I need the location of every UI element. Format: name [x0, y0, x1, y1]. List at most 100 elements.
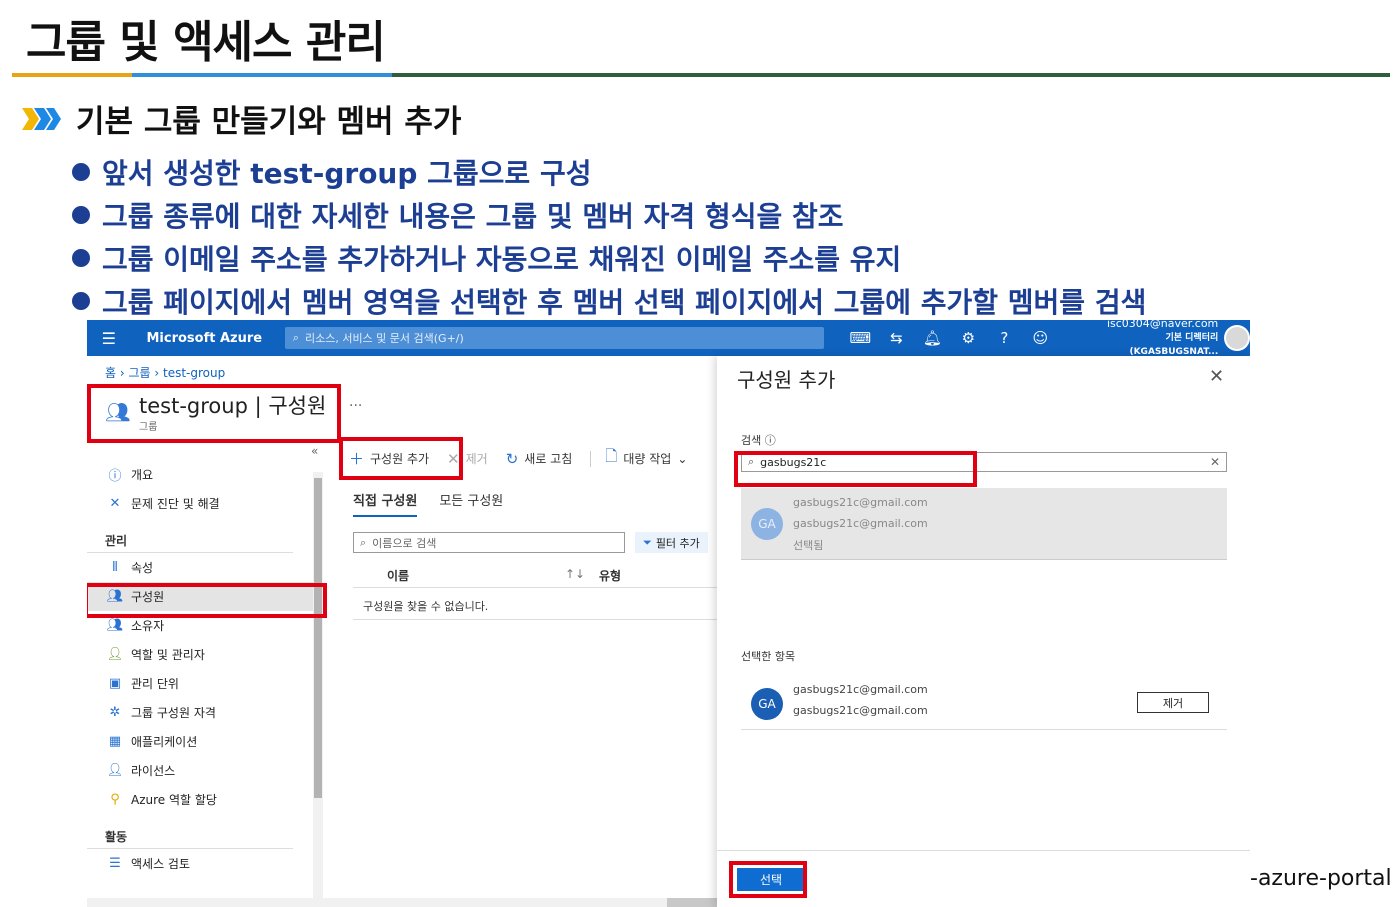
nav-item-applications[interactable]: ▦ 애플리케이션: [87, 727, 319, 756]
more-options-icon[interactable]: ...: [349, 394, 362, 410]
apps-icon: ▦: [108, 734, 122, 749]
scrollbar-thumb[interactable]: [314, 478, 322, 798]
add-filter-button[interactable]: ⏷ 필터 추가: [635, 532, 708, 553]
gear-icon[interactable]: ⚙: [950, 329, 986, 347]
search-icon: ⌕: [292, 331, 299, 344]
toolbar-divider: [590, 450, 592, 467]
refresh-icon: ↻: [505, 449, 519, 468]
wrench-icon: ✕: [109, 496, 121, 511]
terminal-icon[interactable]: ⌨: [842, 329, 878, 347]
nav-item-access-review[interactable]: ☰ 액세스 검토: [87, 849, 319, 878]
breadcrumb-test-group[interactable]: test-group: [163, 366, 225, 380]
nav-item-roles[interactable]: 👤︎ 역할 및 관리자: [87, 640, 319, 669]
refresh-button[interactable]: ↻ 새로 고침: [506, 450, 573, 468]
sub-heading-text: 기본 그룹 만들기와 멤버 추가: [76, 104, 462, 140]
nav-item-azure-role[interactable]: ⚲ Azure 역할 할당: [87, 785, 319, 814]
account-info[interactable]: isc0304@naver.com 기본 디렉터리(KGASBUGSNAT...: [1078, 320, 1218, 359]
breadcrumb-groups[interactable]: 그룹: [128, 366, 150, 380]
breadcrumb-home[interactable]: 홈: [105, 366, 116, 380]
member-picker-search-input[interactable]: ⌕ gasbugs21c ✕: [741, 452, 1227, 472]
bullet-item: 그룹 페이지에서 멤버 영역을 선택한 후 멤버 선택 페이지에서 그룹에 추가…: [72, 279, 1146, 322]
collapse-nav-icon[interactable]: «: [311, 444, 318, 458]
horizontal-scrollbar[interactable]: [87, 898, 727, 907]
properties-icon: ⫴: [112, 560, 118, 575]
sub-heading: 기본 그룹 만들기와 멤버 추가: [22, 96, 461, 141]
topbar-icons: ⌨ ⇆ 🔔︎ ⚙ ? ☺: [842, 329, 1058, 347]
remove-selected-button[interactable]: 제거: [1137, 692, 1209, 713]
tab-direct-members[interactable]: 직접 구성원: [353, 490, 418, 517]
nav-item-admin-units[interactable]: ▣ 관리 단위: [87, 669, 319, 698]
nav-item-licenses[interactable]: 👤︎ 라이선스: [87, 756, 319, 785]
avatar[interactable]: [1224, 325, 1250, 351]
help-icon[interactable]: ?: [986, 329, 1022, 347]
global-search-input[interactable]: ⌕ 리소스, 서비스 및 문서 검색(G+/): [284, 327, 825, 349]
nav-item-owners[interactable]: 👥︎ 소유자: [87, 611, 319, 640]
chevron-arrows-icon: [22, 107, 61, 130]
account-directory: 기본 디렉터리(KGASBUGSNAT...: [1129, 333, 1219, 357]
resource-nav: ⓘ 개요 ✕ 문제 진단 및 해결 관리 ⫴ 속성 👥︎ 구성원 👥︎ 소유자 👤︎ 역할 …: [87, 460, 319, 878]
bullet-item: 앞서 생성한 test-group 그룹으로 구성: [72, 150, 1146, 193]
menu-icon[interactable]: ☰: [87, 329, 130, 348]
sort-icon[interactable]: ↑↓: [565, 567, 585, 581]
group-icon: 👥︎: [105, 400, 131, 424]
page-title: test-group | 구성원: [139, 394, 327, 418]
key-icon: ⚲: [110, 792, 120, 807]
scrollbar-thumb[interactable]: [667, 898, 717, 907]
nav-section-manage: 관리: [87, 518, 293, 553]
search-result-item[interactable]: GA gasbugs21c@gmail.com gasbugs21c@gmail…: [741, 488, 1227, 560]
plus-icon: ＋: [349, 450, 365, 468]
avatar: GA: [751, 508, 783, 540]
panel-footer-divider: [717, 850, 1250, 851]
add-member-button[interactable]: ＋ 구성원 추가: [349, 448, 429, 469]
member-search-input[interactable]: ⌕ 이름으로 검색: [353, 532, 625, 553]
nav-item-diagnose[interactable]: ✕ 문제 진단 및 해결: [87, 489, 319, 518]
select-button[interactable]: 선택: [737, 868, 805, 891]
close-icon[interactable]: ✕: [1209, 366, 1224, 387]
panel-title: 구성원 추가: [737, 368, 836, 392]
access-review-icon: ☰: [109, 856, 121, 871]
portal-topbar: ☰ Microsoft Azure ⌕ 리소스, 서비스 및 문서 검색(G+/…: [87, 320, 1250, 359]
info-icon: ⓘ: [764, 434, 776, 447]
account-email: isc0304@naver.com: [1106, 320, 1219, 330]
column-name[interactable]: 이름: [387, 567, 409, 584]
nav-item-properties[interactable]: ⫴ 속성: [87, 553, 319, 582]
remove-button[interactable]: ✕ 제거: [447, 450, 488, 468]
license-icon: 👤︎: [106, 763, 124, 778]
info-icon: ⓘ: [108, 469, 122, 484]
portal-brand[interactable]: Microsoft Azure: [146, 331, 284, 346]
selected-items-label: 선택한 항목: [741, 650, 796, 663]
selected-item: GA gasbugs21c@gmail.com gasbugs21c@gmail…: [741, 674, 1227, 730]
document-icon: 🗋︎: [605, 447, 618, 465]
nav-item-overview[interactable]: ⓘ 개요: [87, 460, 319, 489]
add-member-panel: 구성원 추가 ✕ 검색 ⓘ ⌕ gasbugs21c ✕ GA gasbugs2…: [717, 356, 1250, 907]
nav-scrollbar[interactable]: [313, 472, 323, 907]
directory-icon[interactable]: ⇆: [878, 329, 914, 347]
feedback-icon[interactable]: ☺: [1022, 329, 1058, 347]
search-label: 검색 ⓘ: [741, 434, 776, 447]
slide-title: 그룹 및 액세스 관리: [26, 17, 386, 68]
roles-icon: 👤︎: [106, 647, 124, 662]
filter-icon: ⏷: [643, 535, 652, 549]
clear-icon[interactable]: ✕: [1210, 455, 1220, 469]
column-type[interactable]: 유형: [599, 567, 621, 584]
azure-portal-screenshot: ☰ Microsoft Azure ⌕ 리소스, 서비스 및 문서 검색(G+/…: [87, 320, 1250, 907]
tab-all-members[interactable]: 모든 구성원: [439, 490, 503, 517]
title-divider: [12, 73, 1390, 77]
command-bar: ＋ 구성원 추가 ✕ 제거 ↻ 새로 고침 🗋︎ 대량 작업 ⌄: [349, 446, 705, 471]
slide-caption: -azure-portal: [1250, 866, 1392, 891]
nav-item-membership[interactable]: ✲ 그룹 구성원 자격: [87, 698, 319, 727]
nav-item-members[interactable]: 👥︎ 구성원: [87, 582, 319, 611]
bullet-dot: [72, 162, 90, 181]
bell-icon[interactable]: 🔔︎: [914, 329, 950, 347]
bullet-dot: [72, 291, 90, 310]
bullet-list: 앞서 생성한 test-group 그룹으로 구성 그룹 종류에 대한 자세한 …: [72, 150, 1146, 322]
bullet-item: 그룹 종류에 대한 자세한 내용은 그룹 및 멤버 자격 형식을 참조: [72, 193, 1146, 236]
result-status: 선택됨: [793, 539, 824, 552]
result-name: gasbugs21c@gmail.com: [793, 496, 928, 509]
result-email: gasbugs21c@gmail.com: [793, 517, 928, 530]
chevron-down-icon: ⌄: [677, 451, 688, 466]
bulk-operations-button[interactable]: 🗋︎ 대량 작업 ⌄: [605, 446, 687, 471]
owners-icon: 👥︎: [106, 618, 124, 633]
page-subtitle: 그룹: [139, 422, 158, 433]
membership-icon: ✲: [109, 705, 121, 720]
